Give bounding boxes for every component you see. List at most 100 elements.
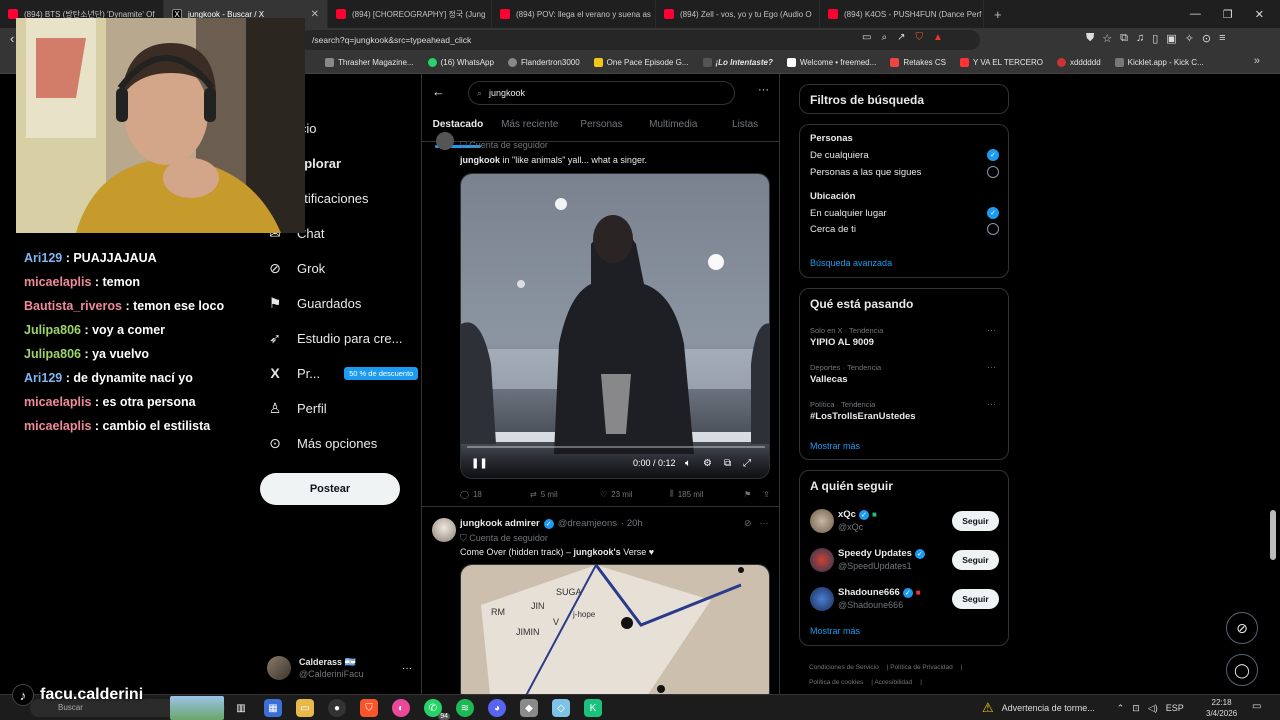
leo-icon[interactable]: ✧ — [1185, 32, 1194, 45]
close-tab-icon[interactable]: ✕ — [311, 9, 319, 20]
network-icon[interactable]: ⊡ — [1132, 703, 1140, 714]
account-name[interactable]: Speedy Updates ✓ — [838, 548, 925, 559]
nav-profile[interactable]: ♙ Perfil — [267, 400, 327, 416]
brave-rewards-icon[interactable]: ▲ — [933, 32, 943, 43]
post-button[interactable]: Postear — [260, 473, 400, 505]
menu-icon[interactable]: ≡ — [1219, 32, 1225, 45]
radio-following[interactable] — [987, 166, 999, 178]
more-icon[interactable]: ··· — [987, 399, 996, 409]
app-icon[interactable]: ◇ — [552, 699, 570, 717]
scrollbar[interactable] — [1270, 510, 1276, 560]
trend-name[interactable]: YIPIO AL 9009 — [810, 337, 874, 348]
more-icon[interactable]: ··· — [402, 663, 412, 674]
discord-pink-icon[interactable]: ◐ — [392, 699, 410, 717]
footer-link[interactable]: Política de cookies — [809, 679, 863, 686]
tweet-video[interactable]: ❚❚ 0:00 / 0:12 🔈︎ ⚙ ⧉ ⤢ — [460, 173, 770, 479]
share-icon[interactable]: ↗ — [897, 32, 905, 43]
brave-icon[interactable]: ⛉ — [360, 699, 378, 717]
minimize-icon[interactable]: — — [1190, 8, 1201, 21]
back-icon[interactable]: ‹ — [10, 31, 14, 46]
show-more-link[interactable]: Mostrar más — [810, 626, 860, 636]
views-button[interactable]: ⫼ 185 mil — [670, 489, 744, 499]
clock[interactable]: 22:18 3/4/2026 — [1206, 697, 1237, 719]
discord-icon[interactable]: ◕ — [488, 699, 506, 717]
filter-following[interactable]: Personas a las que sigues — [810, 167, 921, 178]
bookmark-item[interactable]: Retakes CS — [883, 58, 953, 67]
nav-bookmarks[interactable]: ⚑ Guardados — [267, 295, 362, 311]
account-name[interactable]: xQc ✓ ■ — [838, 509, 877, 520]
volume-icon[interactable]: ◁) — [1148, 703, 1158, 714]
warning-icon[interactable]: ⚠ — [982, 700, 994, 716]
video-progress-bar[interactable] — [467, 446, 765, 448]
reply-button[interactable]: ◯ 18 — [460, 490, 530, 499]
advanced-search-link[interactable]: Búsqueda avanzada — [810, 258, 892, 268]
bookmark-item[interactable]: One Pace Episode G... — [587, 58, 696, 67]
bookmark-item[interactable]: (16) WhatsApp — [421, 58, 501, 67]
more-bookmarks-icon[interactable]: » — [1254, 55, 1260, 67]
nav-premium[interactable]: X Pr... 50 % de descuento — [267, 365, 419, 381]
extensions-icon[interactable]: ⧉ — [1120, 32, 1128, 45]
browser-tab[interactable]: (894) POV: llega el verano y suena as — [492, 0, 656, 28]
author-name[interactable]: jungkook admirer — [460, 518, 540, 529]
grok-icon[interactable]: ⊘ — [744, 518, 752, 529]
radio-anywhere[interactable]: ✓ — [987, 207, 999, 219]
spotify-icon[interactable]: ≋ — [456, 699, 474, 717]
avatar[interactable] — [810, 509, 834, 533]
language-indicator[interactable]: ESP — [1166, 703, 1184, 713]
trend-name[interactable]: Vallecas — [810, 374, 848, 385]
store-icon[interactable]: ▦ — [264, 699, 282, 717]
bookmark-item[interactable]: ¡Lo Intentaste? — [696, 58, 780, 67]
filter-near-you[interactable]: Cerca de ti — [810, 224, 856, 235]
settings-icon[interactable]: ⚙ — [703, 458, 712, 469]
share-icon[interactable]: ⇪ — [763, 490, 770, 499]
pause-icon[interactable]: ❚❚ — [471, 458, 488, 469]
more-icon[interactable]: ··· — [987, 325, 996, 335]
new-tab-button[interactable]: + — [984, 7, 1012, 22]
messages-float-button[interactable]: ◯ — [1226, 654, 1258, 686]
avatar[interactable] — [432, 518, 456, 542]
bookmark-item[interactable]: Kicklet.app - Kick C... — [1108, 58, 1211, 67]
account-switcher[interactable]: Calderass 🇦🇷 @CalderiniFacu ··· — [267, 654, 412, 682]
radio-near-you[interactable] — [987, 223, 999, 235]
avatar[interactable] — [810, 587, 834, 611]
screen-icon[interactable]: ▭ — [862, 32, 871, 43]
bookmark-icon[interactable]: ☆ — [1102, 32, 1112, 45]
restore-icon[interactable]: ❐ — [1223, 8, 1233, 21]
tab-multimedia[interactable]: Multimedia — [637, 116, 709, 141]
browser-tab[interactable]: (894) [CHOREOGRAPHY] 정국 (Jung — [328, 0, 492, 28]
shield-icon[interactable]: ⛊ — [1086, 32, 1094, 45]
tab-mas-reciente[interactable]: Más reciente — [494, 116, 566, 141]
bookmark-item[interactable]: Flandertron3000 — [501, 58, 587, 67]
show-more-link[interactable]: Mostrar más — [810, 441, 860, 451]
grok-float-button[interactable]: ⊘ — [1226, 612, 1258, 644]
more-icon[interactable]: ··· — [758, 84, 769, 96]
tweet-time[interactable]: · 20h — [621, 518, 643, 529]
like-button[interactable]: ♡ 23 mil — [600, 490, 670, 499]
nav-more-options[interactable]: ⊙ Más opciones — [267, 435, 377, 451]
browser-tab[interactable]: (894) Zell - vos, yo y tu Ego (Audio O — [656, 0, 820, 28]
bookmark-icon[interactable]: ⚑ — [744, 490, 751, 499]
weather-alert[interactable]: Advertencia de torme... — [1002, 703, 1095, 713]
bookmark-item[interactable]: Thrasher Magazine... — [318, 58, 421, 67]
author-handle[interactable]: @dreamjeons — [558, 518, 617, 529]
filter-anywhere[interactable]: En cualquier lugar — [810, 208, 887, 219]
obs-icon[interactable]: ● — [328, 699, 346, 717]
search-input[interactable]: ⌕ jungkook — [468, 81, 735, 105]
volume-icon[interactable]: 🔈︎ — [685, 458, 691, 469]
footer-link[interactable]: Accesibilidad — [874, 679, 912, 686]
account-name[interactable]: Shadoune666 ✓ ■ — [838, 587, 921, 598]
trend-name[interactable]: #LosTrollsEranUstedes — [810, 411, 916, 422]
bookmark-item[interactable]: xdddddd — [1050, 58, 1108, 67]
app-icon[interactable]: ◆ — [520, 699, 538, 717]
tab-destacado[interactable]: Destacado — [422, 116, 494, 141]
tab-personas[interactable]: Personas — [566, 116, 638, 141]
footer-link[interactable]: Política de Privacidad — [890, 664, 953, 671]
filter-anyone[interactable]: De cualquiera — [810, 150, 869, 161]
more-icon[interactable]: ··· — [760, 518, 769, 529]
whatsapp-icon[interactable]: ✆ 94 — [424, 699, 450, 720]
tweet-image[interactable]: RM JIN SUGA JIMIN V j-hope — [460, 564, 770, 694]
follow-button[interactable]: Seguir — [952, 511, 999, 531]
follow-button[interactable]: Seguir — [952, 589, 999, 609]
kick-icon[interactable]: K — [584, 699, 602, 717]
footer-link[interactable]: Condiciones de Servicio — [809, 664, 879, 671]
